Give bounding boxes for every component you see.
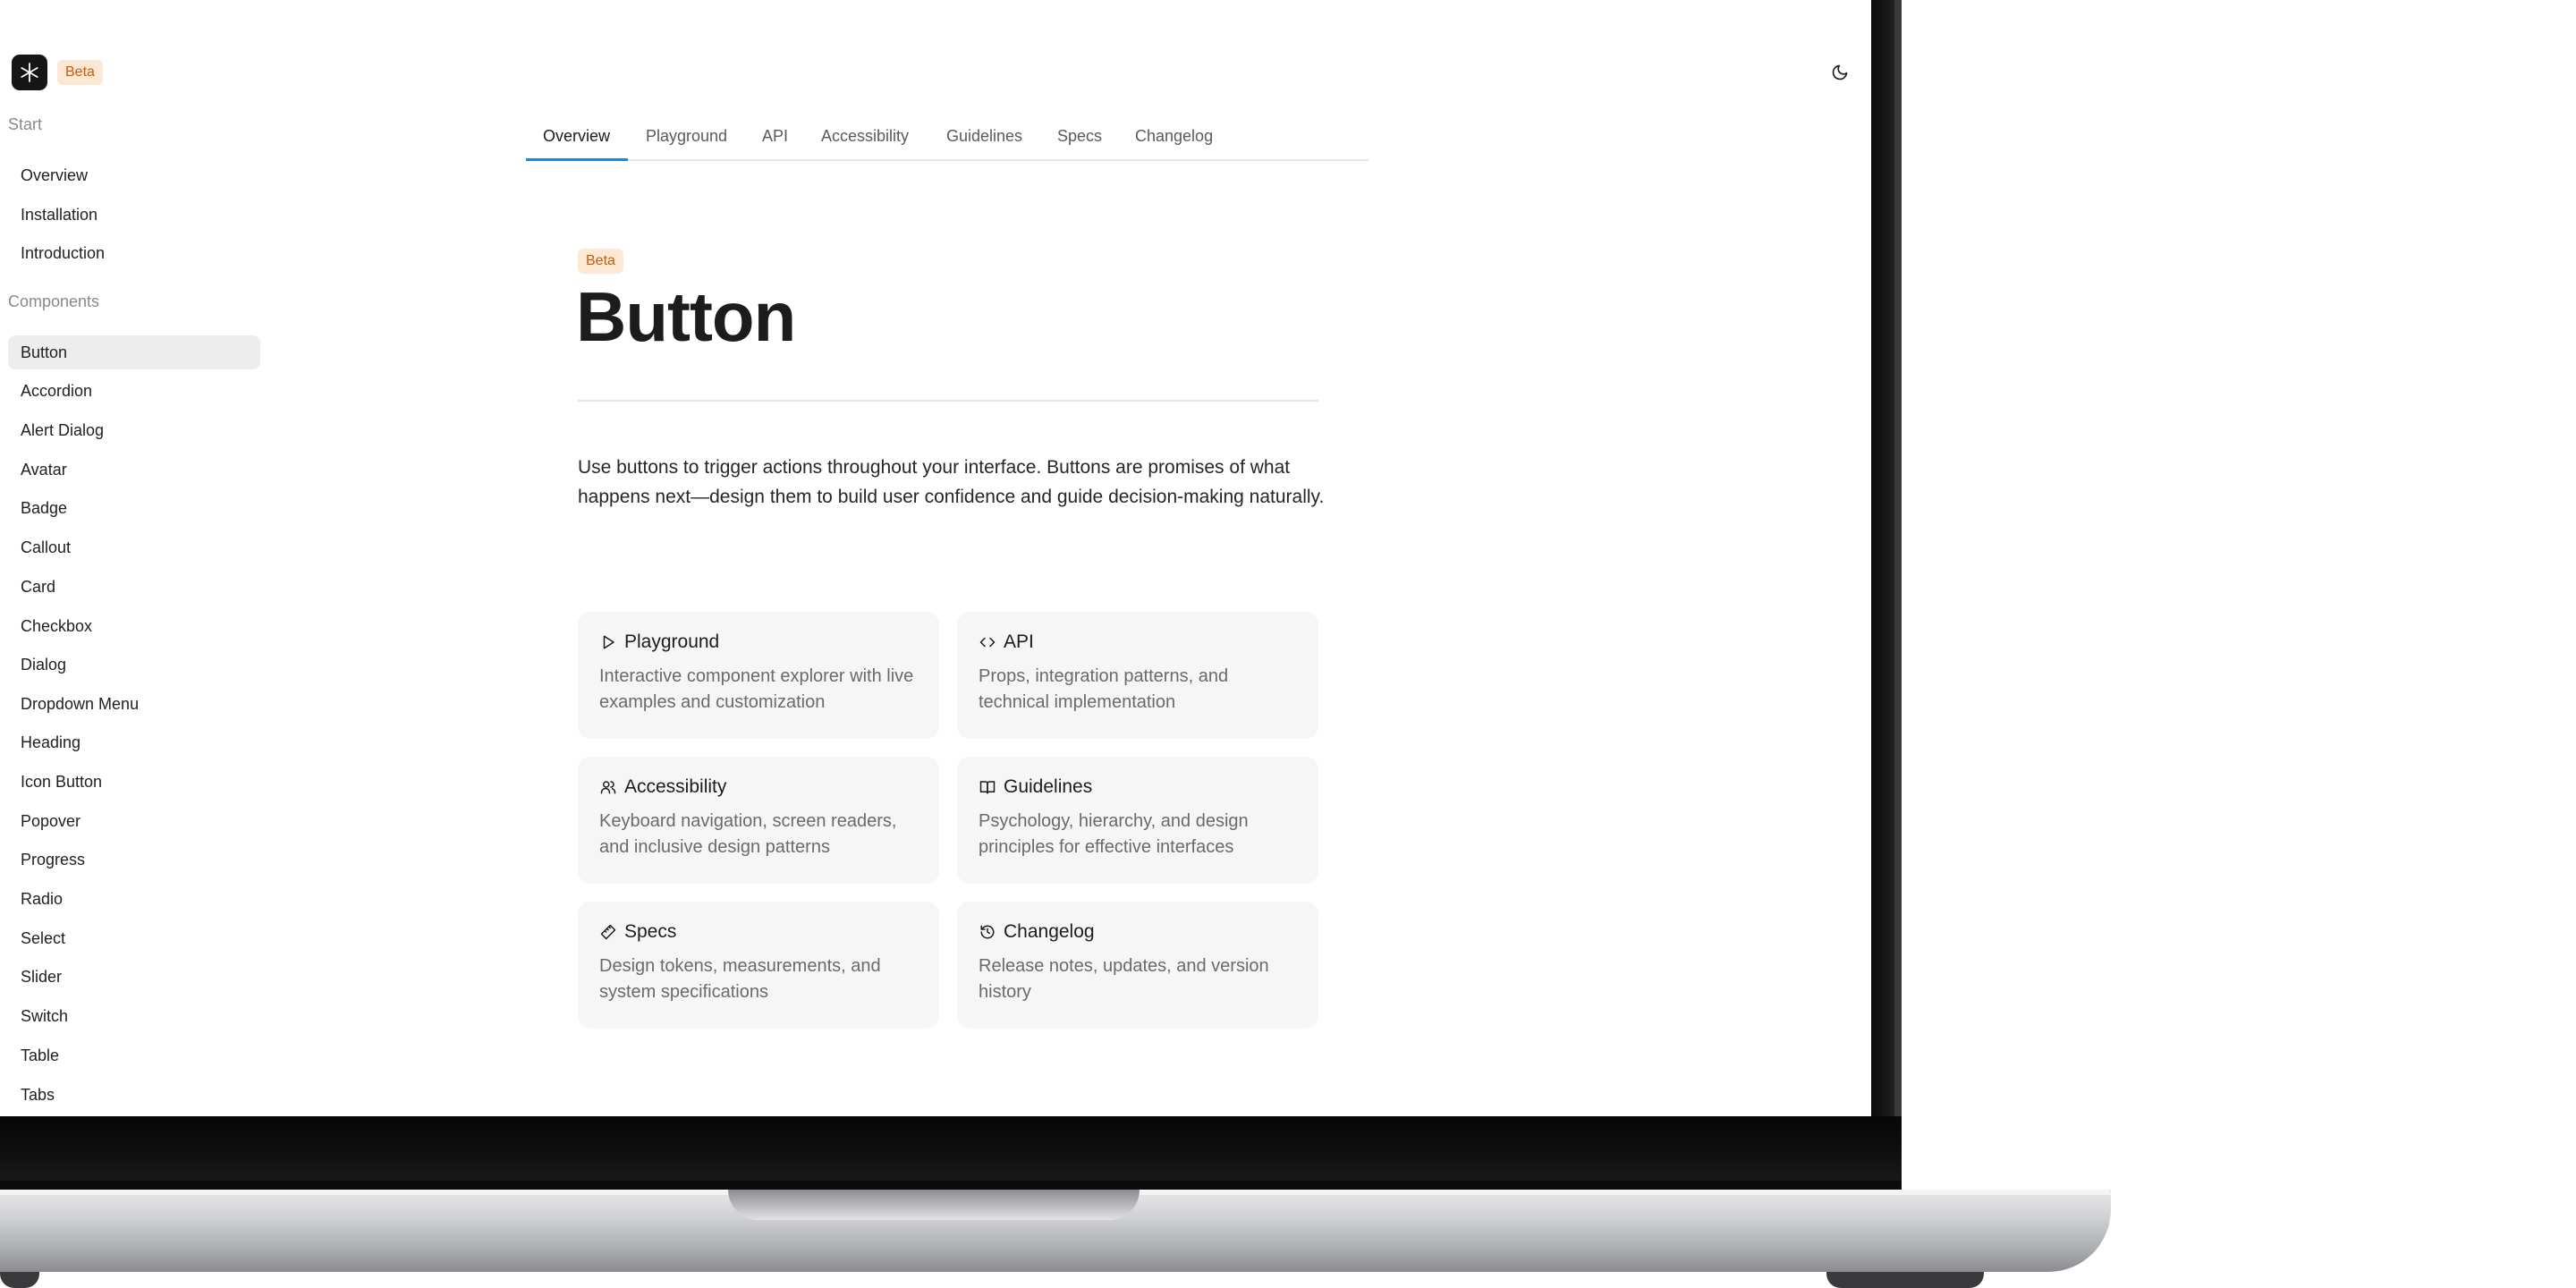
sidebar-item-table[interactable]: Table — [8, 1038, 260, 1072]
tab-specs[interactable]: Specs — [1057, 123, 1102, 159]
sidebar-item-heading[interactable]: Heading — [8, 725, 260, 759]
card-title: Specs — [624, 921, 677, 942]
sidebar-item-badge[interactable]: Badge — [8, 491, 260, 525]
sidebar-item-accordion[interactable]: Accordion — [8, 374, 260, 408]
app-screen: Beta Start Overview Installation Introdu… — [0, 0, 1871, 1116]
tab-accessibility[interactable]: Accessibility — [821, 123, 909, 159]
laptop-bezel-bottom — [0, 1116, 1902, 1188]
sidebar-section-components: Components — [8, 292, 100, 310]
card-playground[interactable]: Playground Interactive component explore… — [578, 612, 939, 739]
sidebar-item-progress[interactable]: Progress — [8, 843, 260, 877]
sidebar-item-introduction[interactable]: Introduction — [8, 236, 260, 270]
sidebar-item-slider[interactable]: Slider — [8, 960, 260, 994]
intro-text: Use buttons to trigger actions throughou… — [578, 457, 1325, 507]
tab-guidelines[interactable]: Guidelines — [946, 123, 1022, 159]
card-accessibility[interactable]: Accessibility Keyboard navigation, scree… — [578, 757, 939, 884]
sidebar-item-overview[interactable]: Overview — [8, 158, 260, 192]
card-title: Changelog — [1004, 921, 1095, 942]
page-tabs: Overview Playground API Accessibility Gu… — [526, 123, 1368, 161]
history-icon — [979, 923, 996, 941]
sidebar-item-avatar[interactable]: Avatar — [8, 453, 260, 487]
sidebar-item-installation[interactable]: Installation — [8, 198, 260, 232]
card-specs[interactable]: Specs Design tokens, measurements, and s… — [578, 902, 939, 1029]
card-title: Guidelines — [1004, 776, 1093, 797]
sidebar-item-card[interactable]: Card — [8, 570, 260, 604]
moon-icon[interactable] — [1828, 61, 1852, 84]
laptop-bezel-edge — [1894, 0, 1902, 1190]
laptop-foot-right — [1826, 1272, 1984, 1288]
laptop-foot-left — [0, 1272, 39, 1288]
sidebar-item-button[interactable]: Button — [8, 335, 260, 369]
sidebar-item-icon-button[interactable]: Icon Button — [8, 765, 260, 799]
tab-changelog[interactable]: Changelog — [1135, 123, 1213, 159]
sidebar-item-tabs[interactable]: Tabs — [8, 1078, 260, 1112]
title-divider — [578, 400, 1318, 402]
tab-api[interactable]: API — [762, 123, 788, 159]
code-icon — [979, 633, 996, 651]
book-open-icon — [979, 778, 996, 796]
sidebar-item-dialog[interactable]: Dialog — [8, 648, 260, 682]
sidebar-item-dropdown-menu[interactable]: Dropdown Menu — [8, 687, 260, 721]
card-description: Interactive component explorer with live… — [599, 666, 914, 712]
sidebar-item-switch[interactable]: Switch — [8, 999, 260, 1033]
ruler-icon — [599, 923, 617, 941]
tab-overview[interactable]: Overview — [526, 123, 628, 161]
sidebar-item-checkbox[interactable]: Checkbox — [8, 609, 260, 643]
card-description: Psychology, hierarchy, and design princi… — [979, 811, 1249, 857]
sidebar-item-callout[interactable]: Callout — [8, 530, 260, 564]
card-changelog[interactable]: Changelog Release notes, updates, and ve… — [957, 902, 1318, 1029]
users-icon — [599, 778, 617, 796]
card-description: Release notes, updates, and version hist… — [979, 956, 1269, 1002]
card-description: Props, integration patterns, and technic… — [979, 666, 1229, 712]
card-description: Design tokens, measurements, and system … — [599, 956, 881, 1002]
card-title: Playground — [624, 631, 720, 652]
sidebar-item-popover[interactable]: Popover — [8, 804, 260, 838]
card-description: Keyboard navigation, screen readers, and… — [599, 811, 897, 857]
play-icon — [599, 633, 617, 651]
laptop-notch — [728, 1190, 1140, 1220]
card-title: API — [1004, 631, 1034, 652]
tab-playground[interactable]: Playground — [646, 123, 727, 159]
beta-badge: Beta — [57, 60, 103, 85]
sidebar-item-radio[interactable]: Radio — [8, 882, 260, 916]
card-title: Accessibility — [624, 776, 727, 797]
content-beta-badge: Beta — [578, 249, 623, 274]
card-guidelines[interactable]: Guidelines Psychology, hierarchy, and de… — [957, 757, 1318, 884]
page-title: Button — [576, 277, 796, 356]
sidebar-item-select[interactable]: Select — [8, 921, 260, 955]
sidebar-item-alert-dialog[interactable]: Alert Dialog — [8, 413, 260, 447]
card-api[interactable]: API Props, integration patterns, and tec… — [957, 612, 1318, 739]
sidebar-section-start: Start — [8, 115, 43, 133]
asterisk-logo-icon[interactable] — [12, 55, 47, 90]
